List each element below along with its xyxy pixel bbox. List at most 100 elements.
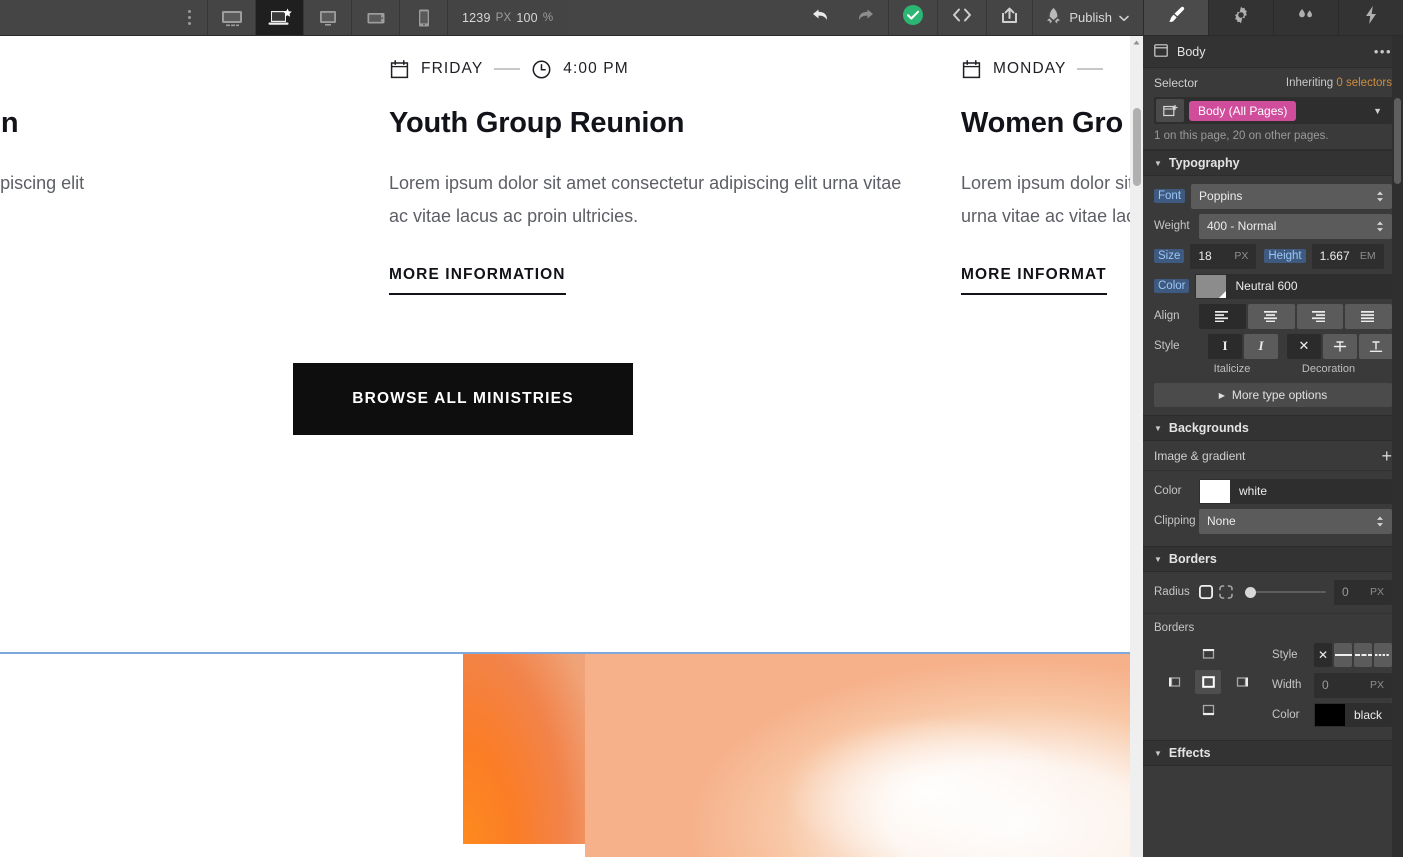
- laptop-breakpoint[interactable]: [256, 0, 304, 35]
- decoration-none-button[interactable]: ✕: [1287, 333, 1321, 359]
- toolbar-kebab-menu[interactable]: [172, 0, 208, 35]
- hero-image-section[interactable]: [0, 654, 1143, 857]
- align-justify-button[interactable]: [1345, 303, 1392, 329]
- border-style-dashed-button[interactable]: [1354, 643, 1372, 667]
- publish-button[interactable]: Publish: [1032, 0, 1143, 35]
- style-panel-scrollbar-thumb[interactable]: [1394, 98, 1401, 184]
- undo-button[interactable]: [798, 0, 844, 35]
- selector-chip[interactable]: Body (All Pages): [1189, 100, 1297, 121]
- font-size-input[interactable]: 18 PX: [1190, 243, 1257, 269]
- size-label: Size: [1154, 249, 1185, 263]
- border-style-none-button[interactable]: ✕: [1314, 643, 1332, 667]
- strikethrough-button[interactable]: [1323, 333, 1357, 359]
- gear-icon: [1231, 5, 1251, 30]
- backgrounds-section-header[interactable]: ▼ Backgrounds: [1143, 415, 1403, 441]
- borders-label: Borders: [1154, 622, 1195, 634]
- border-fields: Style ✕ Width 0 PX Color black: [1272, 642, 1392, 732]
- line-height-input[interactable]: 1.667 EM: [1311, 243, 1384, 269]
- add-icon[interactable]: +: [1381, 447, 1392, 465]
- typography-section-header[interactable]: ▼ Typography: [1143, 150, 1403, 176]
- ellipsis-icon[interactable]: •••: [1374, 44, 1392, 59]
- calendar-icon: [961, 59, 982, 80]
- upright-button[interactable]: I: [1208, 333, 1242, 359]
- event-card[interactable]: 4:00 PM Group Reunion sit amet consectet…: [0, 58, 350, 295]
- style-panel-tab[interactable]: [1143, 0, 1208, 35]
- border-top-button[interactable]: [1195, 642, 1221, 666]
- radius-body: Radius 0 PX: [1143, 572, 1403, 613]
- border-color-label: Color: [1272, 709, 1300, 721]
- radius-individual-corners-button[interactable]: [1219, 585, 1233, 599]
- border-style-dotted-button[interactable]: [1374, 643, 1392, 667]
- viewport-zoom-display[interactable]: 1239 PX 100 %: [448, 0, 567, 35]
- more-information-link[interactable]: MORE INFORMATION: [389, 266, 566, 296]
- mobile-breakpoint[interactable]: [400, 0, 448, 35]
- border-bottom-button[interactable]: [1195, 698, 1221, 722]
- browse-all-ministries-button[interactable]: BROWSE ALL MINISTRIES: [293, 363, 633, 435]
- border-color-field[interactable]: black: [1314, 703, 1392, 727]
- design-canvas[interactable]: 4:00 PM Group Reunion sit amet consectet…: [0, 36, 1143, 857]
- background-color-swatch[interactable]: [1200, 479, 1230, 503]
- more-type-options-button[interactable]: ▶ More type options: [1154, 383, 1392, 407]
- clipping-select[interactable]: None: [1199, 508, 1392, 534]
- redo-button[interactable]: [843, 0, 889, 35]
- inheriting-count[interactable]: 0 selectors: [1336, 77, 1392, 89]
- radius-input[interactable]: 0 PX: [1334, 579, 1392, 605]
- more-information-link[interactable]: MORE INFORMAT: [961, 266, 1107, 296]
- align-center-button[interactable]: [1247, 303, 1295, 329]
- canvas-scrollbar-thumb[interactable]: [1133, 108, 1141, 186]
- decoration-caption: Decoration: [1301, 363, 1356, 375]
- border-right-button[interactable]: [1229, 670, 1255, 694]
- font-select[interactable]: Poppins: [1191, 183, 1392, 209]
- chevron-down-icon[interactable]: ▼: [1373, 106, 1382, 116]
- desktop-breakpoint[interactable]: [304, 0, 352, 35]
- settings-panel-tab[interactable]: [1208, 0, 1273, 35]
- radius-slider-knob[interactable]: [1245, 586, 1256, 598]
- undo-icon: [811, 7, 830, 28]
- event-day: FRIDAY: [421, 60, 484, 77]
- effects-panel-tab[interactable]: [1338, 0, 1403, 35]
- radius-all-corners-button[interactable]: [1199, 585, 1213, 599]
- weight-select[interactable]: 400 - Normal: [1199, 213, 1392, 239]
- typography-section-body: Font Poppins Weight 400 - Normal Size 18…: [1143, 176, 1403, 415]
- canvas-scrollbar[interactable]: [1130, 36, 1143, 857]
- desktop-large-breakpoint[interactable]: [208, 0, 256, 35]
- underline-button[interactable]: [1359, 333, 1393, 359]
- monitor-wide-icon: [220, 9, 244, 27]
- tablet-breakpoint[interactable]: [352, 0, 400, 35]
- selector-element-icon[interactable]: [1156, 99, 1184, 122]
- meta-separator: [1077, 68, 1104, 70]
- typography-section-title: Typography: [1168, 156, 1240, 170]
- event-title: Group Reunion: [0, 107, 19, 139]
- effects-section-header[interactable]: ▼ Effects: [1143, 740, 1403, 766]
- toolbar-left-spacer: [0, 0, 172, 35]
- border-width-input[interactable]: 0 PX: [1314, 672, 1392, 698]
- viewport-width-unit: PX: [495, 11, 512, 24]
- image-gradient-row[interactable]: Image & gradient +: [1143, 441, 1403, 471]
- borders-section-header[interactable]: ▼ Borders: [1143, 546, 1403, 572]
- text-color-swatch[interactable]: [1196, 274, 1227, 298]
- saved-status-button[interactable]: [888, 0, 938, 35]
- border-color-value: black: [1354, 708, 1383, 722]
- italicize-caption: Italicize: [1213, 363, 1251, 375]
- border-width-unit: PX: [1369, 679, 1384, 691]
- border-color-swatch[interactable]: [1315, 704, 1345, 726]
- border-style-solid-button[interactable]: [1334, 643, 1352, 667]
- event-card[interactable]: MONDAY Women Gro Lorem ipsum dolor sit a…: [961, 58, 1143, 296]
- border-width-row: Width 0 PX: [1272, 672, 1392, 698]
- selector-field[interactable]: Body (All Pages) ▼: [1154, 97, 1392, 124]
- border-left-button[interactable]: [1161, 670, 1187, 694]
- border-all-button[interactable]: [1195, 670, 1221, 694]
- share-button[interactable]: [986, 0, 1033, 35]
- text-color-field[interactable]: Neutral 600: [1195, 273, 1392, 299]
- align-left-button[interactable]: [1199, 303, 1246, 329]
- code-button[interactable]: [937, 0, 987, 35]
- scroll-up-arrow-icon[interactable]: [1130, 36, 1143, 49]
- style-panel-scrollbar[interactable]: [1392, 36, 1403, 857]
- background-color-field[interactable]: white: [1199, 478, 1392, 504]
- italic-button[interactable]: I: [1244, 333, 1278, 359]
- event-card[interactable]: FRIDAY 4:00 PM Youth Group Reunion Lorem…: [389, 58, 929, 296]
- radius-slider[interactable]: [1245, 580, 1326, 605]
- decoration-group: ✕: [1287, 333, 1403, 359]
- interactions-panel-tab[interactable]: [1273, 0, 1338, 35]
- align-right-button[interactable]: [1296, 303, 1344, 329]
